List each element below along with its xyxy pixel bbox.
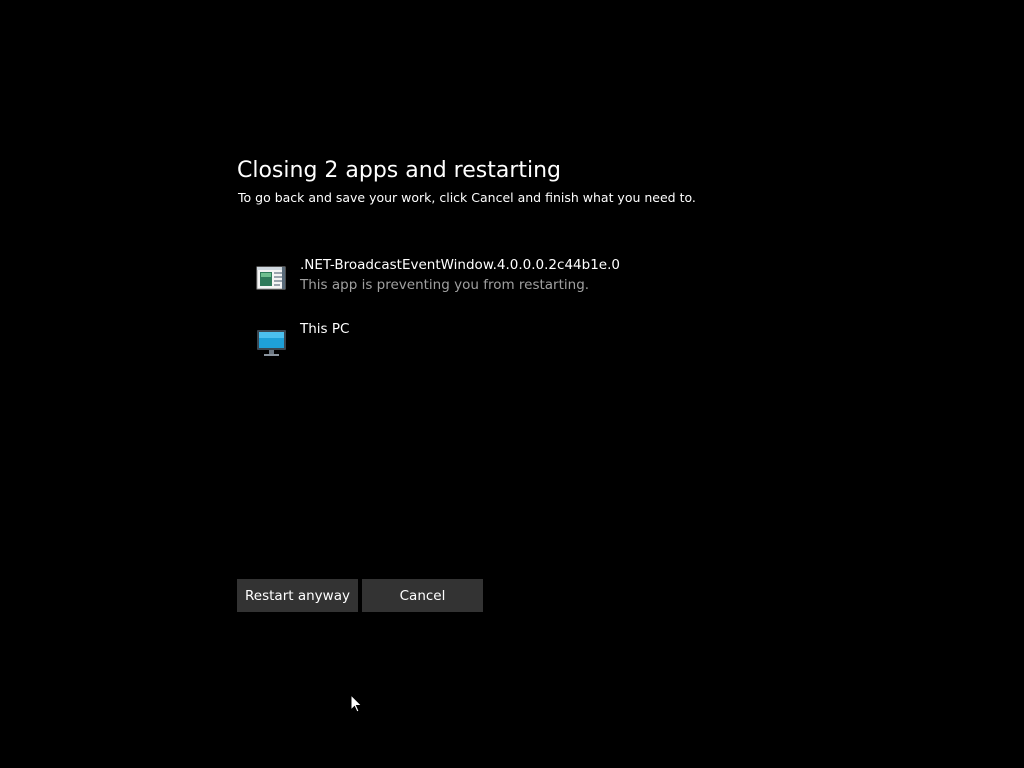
blocking-app-list: .NET-BroadcastEventWindow.4.0.0.0.2c44b1… [254,256,754,384]
computer-monitor-icon [254,324,288,358]
mouse-pointer-icon [350,693,364,714]
restart-anyway-button[interactable]: Restart anyway [237,579,358,612]
app-name: .NET-BroadcastEventWindow.4.0.0.0.2c44b1… [300,257,620,273]
cancel-button[interactable]: Cancel [362,579,483,612]
app-name: This PC [300,321,350,337]
list-item: This PC [254,320,754,384]
dialog-title: Closing 2 apps and restarting [237,158,562,183]
app-status: This app is preventing you from restarti… [300,277,590,293]
restart-screen: Closing 2 apps and restarting To go back… [0,0,1024,768]
dialog-subtitle: To go back and save your work, click Can… [238,190,696,205]
list-item: .NET-BroadcastEventWindow.4.0.0.0.2c44b1… [254,256,754,320]
action-buttons: Restart anyway Cancel [237,579,483,612]
app-window-icon [254,260,288,294]
